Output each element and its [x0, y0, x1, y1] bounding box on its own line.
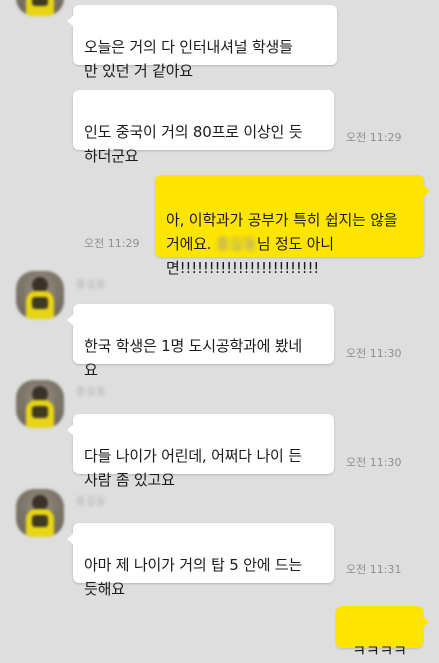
message-bubble-outgoing[interactable]: 아, 이학과가 공부가 특히 쉽지는 않을 거에요. 홍길동님 정도 아니 면!… — [155, 175, 430, 277]
message-text: 오늘은 거의 다 인터내셔널 학생들 만 있던 거 같아요 — [84, 38, 293, 80]
sender-name: 홍길동 — [76, 497, 107, 508]
message-bubble-outgoing[interactable]: ㅋㅋㅋㅋ — [336, 606, 429, 660]
avatar[interactable] — [16, 380, 64, 428]
sender-name: 홍길동 — [76, 387, 107, 398]
message-text: 인도 중국이 거의 80프로 이상인 듯 하더군요 — [84, 123, 303, 165]
message-text: ㅋㅋㅋㅋ — [352, 642, 407, 660]
message-timestamp: 오전 11:30 — [346, 347, 402, 360]
blurred-name: 홍길동 — [215, 235, 257, 253]
message-timestamp: 오전 11:29 — [346, 131, 402, 144]
message-timestamp: 오전 11:29 — [84, 237, 140, 250]
chat-room[interactable]: 오늘은 거의 다 인터내셔널 학생들 만 있던 거 같아요 인도 중국이 거의 … — [0, 0, 439, 660]
message-bubble-incoming[interactable]: 한국 학생은 1명 도시공학과에 봤네 요 — [67, 304, 334, 379]
message-text: 한국 학생은 1명 도시공학과에 봤네 요 — [84, 337, 303, 379]
avatar[interactable] — [16, 489, 64, 537]
message-bubble-incoming[interactable]: 오늘은 거의 다 인터내셔널 학생들 만 있던 거 같아요 — [67, 5, 337, 80]
message-timestamp: 오전 11:31 — [346, 563, 402, 576]
message-bubble-incoming[interactable]: 아마 제 나이가 거의 탑 5 안에 드는 듯해요 — [67, 523, 334, 598]
avatar[interactable] — [16, 0, 64, 16]
sender-name: 홍길동 — [76, 280, 107, 291]
message-timestamp: 오전 11:30 — [346, 456, 402, 469]
message-bubble-incoming[interactable]: 다들 나이가 어린데, 어쩌다 나이 든 사람 좀 있고요 — [67, 414, 334, 489]
message-bubble-incoming[interactable]: 인도 중국이 거의 80프로 이상인 듯 하더군요 — [73, 90, 334, 165]
message-text: 다들 나이가 어린데, 어쩌다 나이 든 사람 좀 있고요 — [84, 447, 302, 489]
avatar[interactable] — [16, 271, 64, 319]
message-text: 아마 제 나이가 거의 탑 5 안에 드는 듯해요 — [84, 556, 303, 598]
